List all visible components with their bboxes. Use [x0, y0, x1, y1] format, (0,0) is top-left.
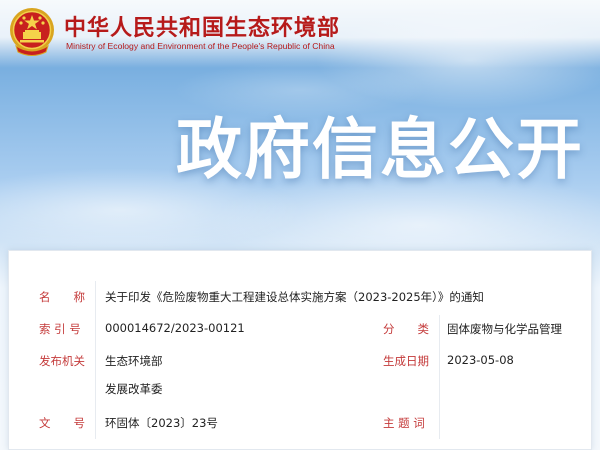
info-row-name: 名 称 关于印发《危险废物重大工程建设总体实施方案（2023-2025年）》的通…: [9, 281, 593, 311]
name-value: 关于印发《危险废物重大工程建设总体实施方案（2023-2025年）》的通知: [105, 290, 484, 304]
category-label: 分 类: [383, 322, 429, 336]
date-value: 2023-05-08: [447, 353, 514, 367]
right-label-divider: [439, 315, 440, 439]
site-name-chinese[interactable]: 中华人民共和国生态环境部: [64, 10, 340, 42]
date-label: 生成日期: [383, 354, 429, 368]
document-info-table: 名 称 关于印发《危险废物重大工程建设总体实施方案（2023-2025年）》的通…: [8, 250, 592, 450]
national-emblem-icon[interactable]: [8, 6, 56, 58]
site-name-english: Ministry of Ecology and Environment of t…: [66, 41, 335, 51]
name-label: 名 称: [39, 290, 85, 304]
info-row-doc-no: 文 号 环固体〔2023〕23号 主 题 词: [9, 411, 593, 441]
page-title: 政府信息公开: [176, 111, 584, 188]
doc-no-label: 文 号: [39, 416, 85, 430]
keywords-label: 主 题 词: [383, 416, 425, 430]
publisher-label: 发布机关: [39, 354, 85, 368]
info-row-index: 索 引 号 000014672/2023-00121 分 类 固体废物与化学品管…: [9, 315, 593, 345]
publisher-value-2: 发展改革委: [105, 382, 163, 396]
index-value: 000014672/2023-00121: [105, 321, 245, 335]
doc-no-value: 环固体〔2023〕23号: [105, 416, 218, 430]
index-label: 索 引 号: [39, 322, 81, 336]
category-value: 固体废物与化学品管理: [447, 322, 562, 336]
site-header: 中华人民共和国生态环境部 Ministry of Ecology and Env…: [0, 0, 600, 68]
info-row-publisher-2: 发展改革委: [9, 377, 593, 407]
info-row-publisher: 发布机关 生态环境部 生成日期 2023-05-08: [9, 347, 593, 377]
publisher-value-1: 生态环境部: [105, 354, 163, 368]
